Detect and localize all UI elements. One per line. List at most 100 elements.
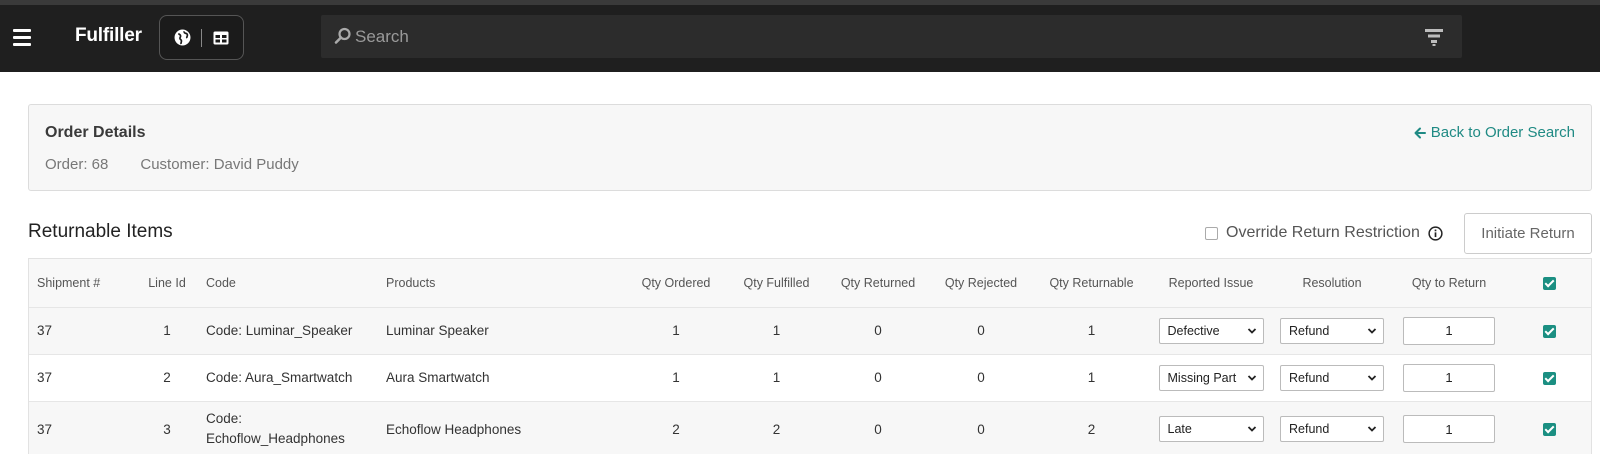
resolution-select[interactable]: Refund [1280, 364, 1384, 391]
cell-product: Echoflow Headphones [378, 401, 626, 454]
cell-qty-rejected: 0 [929, 354, 1033, 402]
cell-qty-rejected: 0 [929, 401, 1033, 454]
cell-qty-ordered: 2 [626, 401, 726, 454]
cell-line-id: 1 [136, 307, 198, 355]
col-select-all [1506, 259, 1591, 308]
reported-issue-select[interactable]: Defective [1158, 317, 1264, 344]
table-icon[interactable] [210, 27, 232, 49]
cell-qty-returnable: 1 [1033, 354, 1150, 402]
cell-shipment: 37 [29, 401, 136, 454]
cell-qty-to-return [1392, 307, 1506, 355]
qty-to-return-input[interactable] [1403, 363, 1495, 392]
info-icon[interactable] [1428, 225, 1443, 241]
code-prefix: Code: [206, 370, 246, 385]
cell-line-id: 2 [136, 354, 198, 402]
filter-icon[interactable] [1424, 27, 1444, 47]
col-shipment: Shipment # [29, 259, 136, 308]
order-number: Order: 68 [45, 156, 109, 173]
cell-code: Code: Aura_Smartwatch [198, 354, 378, 402]
initiate-return-button[interactable]: Initiate Return [1464, 213, 1592, 254]
row-select-checkbox[interactable] [1543, 423, 1556, 437]
resolution-select[interactable]: Refund [1280, 317, 1384, 344]
override-return-restriction: Override Return Restriction [1205, 224, 1443, 242]
search-icon [334, 27, 351, 44]
view-mode-toggle [159, 15, 244, 60]
hamburger-icon[interactable] [13, 29, 31, 46]
cell-resolution: Refund [1272, 307, 1392, 355]
arrow-left-icon [1414, 127, 1426, 138]
customer-name: Customer: David Puddy [140, 156, 299, 173]
resolution-dropdown: Refund [1280, 317, 1384, 344]
returnable-items-heading: Returnable Items [28, 221, 173, 242]
cell-reported-issue: Defective [1150, 307, 1272, 355]
cell-qty-to-return [1392, 401, 1506, 454]
cell-shipment: 37 [29, 354, 136, 402]
cell-reported-issue: Late [1150, 401, 1272, 454]
cell-code: Code: Echoflow_Headphones [198, 401, 378, 454]
col-line-id: Line Id [136, 259, 198, 308]
col-reported-issue: Reported Issue [1150, 259, 1272, 308]
back-link-label: Back to Order Search [1430, 124, 1575, 141]
cell-qty-returned: 0 [827, 401, 929, 454]
code-prefix: Code: [206, 323, 246, 338]
cell-product: Luminar Speaker [378, 307, 626, 355]
order-details-card: Order Details Order: 68 Customer: David … [28, 104, 1592, 191]
row-select-checkbox[interactable] [1543, 324, 1556, 338]
code-value: Luminar_Speaker [245, 323, 353, 338]
global-search [321, 15, 1462, 58]
cell-qty-fulfilled: 1 [726, 307, 827, 355]
col-qty-ordered: Qty Ordered [626, 259, 726, 308]
cell-reported-issue: Missing Part [1150, 354, 1272, 402]
reported-issue-select[interactable]: Missing Part [1158, 364, 1264, 391]
row-select-checkbox[interactable] [1543, 371, 1556, 385]
cell-qty-returned: 0 [827, 307, 929, 355]
table-row: 37 1 Code: Luminar_Speaker Luminar Speak… [29, 307, 1591, 355]
table-row: 37 3 Code: Echoflow_Headphones Echoflow H… [29, 401, 1591, 454]
reported-issue-select[interactable]: Late [1158, 416, 1264, 442]
cell-qty-returnable: 2 [1033, 401, 1150, 454]
override-label: Override Return Restriction [1226, 224, 1420, 241]
col-qty-returned: Qty Returned [827, 259, 929, 308]
col-qty-fulfilled: Qty Fulfilled [726, 259, 827, 308]
cell-select [1506, 354, 1591, 402]
cell-qty-returnable: 1 [1033, 307, 1150, 355]
table-row: 37 2 Code: Aura_Smartwatch Aura Smartwat… [29, 354, 1591, 402]
globe-icon[interactable] [171, 27, 193, 49]
toggle-divider [201, 28, 202, 47]
col-resolution: Resolution [1272, 259, 1392, 308]
col-products: Products [378, 259, 626, 308]
top-bar: Fulfiller [0, 0, 1600, 72]
qty-to-return-input[interactable] [1403, 415, 1495, 443]
cell-resolution: Refund [1272, 354, 1392, 402]
back-to-order-search-link[interactable]: Back to Order Search [1414, 124, 1575, 141]
cell-qty-rejected: 0 [929, 307, 1033, 355]
order-meta: Order: 68 Customer: David Puddy [45, 156, 299, 173]
override-checkbox[interactable] [1205, 226, 1218, 240]
col-code: Code [198, 259, 378, 308]
col-qty-rejected: Qty Rejected [929, 259, 1033, 308]
qty-to-return-input[interactable] [1403, 316, 1495, 345]
returnable-items-table: Shipment # Line Id Code Products Qty Ord… [28, 258, 1592, 454]
cell-qty-ordered: 1 [626, 307, 726, 355]
search-input[interactable] [355, 15, 1395, 58]
resolution-dropdown: Refund [1280, 364, 1384, 391]
select-all-checkbox[interactable] [1543, 276, 1556, 290]
cell-qty-fulfilled: 1 [726, 354, 827, 402]
col-qty-returnable: Qty Returnable [1033, 259, 1150, 308]
col-qty-to-return: Qty to Return [1392, 259, 1506, 308]
cell-shipment: 37 [29, 307, 136, 355]
table-header-row: Shipment # Line Id Code Products Qty Ord… [29, 259, 1591, 308]
cell-qty-to-return [1392, 354, 1506, 402]
code-value: Aura_Smartwatch [245, 370, 353, 385]
resolution-dropdown: Refund [1280, 416, 1384, 442]
reported-issue-dropdown: Late [1158, 416, 1264, 442]
cell-select [1506, 401, 1591, 454]
cell-resolution: Refund [1272, 401, 1392, 454]
reported-issue-dropdown: Defective [1158, 317, 1264, 344]
cell-select [1506, 307, 1591, 355]
cell-qty-fulfilled: 2 [726, 401, 827, 454]
cell-code: Code: Luminar_Speaker [198, 307, 378, 355]
resolution-select[interactable]: Refund [1280, 416, 1384, 442]
app-title: Fulfiller [75, 25, 142, 46]
cell-qty-ordered: 1 [626, 354, 726, 402]
